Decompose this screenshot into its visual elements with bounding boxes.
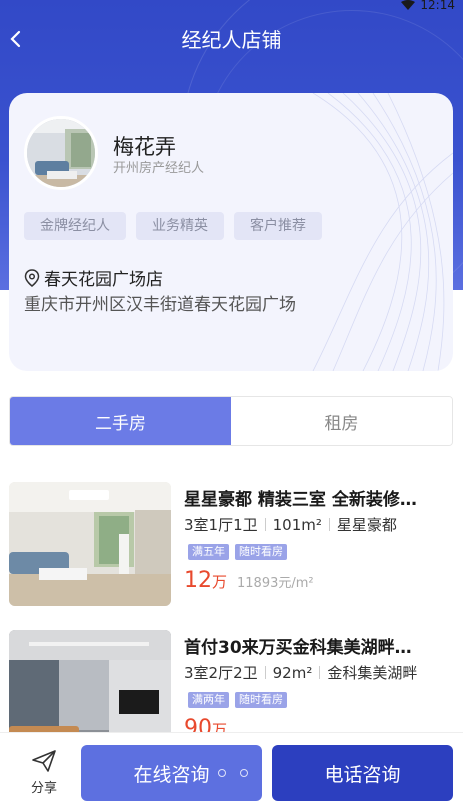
listing-layout: 3室2厅2卫 (184, 664, 258, 682)
listing-photo (9, 482, 171, 606)
status-time: 12:14 (420, 0, 455, 12)
listing-layout: 3室1厅1卫 (184, 516, 258, 534)
listing-specs: 3室2厅2卫 92m² 金科集美湖畔 (184, 662, 417, 683)
listing-badges: 满两年 随时看房 (188, 692, 287, 708)
divider (264, 518, 266, 531)
page-title: 经纪人店铺 (181, 28, 282, 52)
avatar (24, 116, 98, 190)
price-unit: 万 (212, 573, 228, 591)
tag-customer-recommended: 客户推荐 (234, 212, 322, 240)
carousel-dots (218, 769, 248, 777)
agent-tags: 金牌经纪人 业务精英 客户推荐 (24, 212, 322, 240)
tag-business-elite: 业务精英 (136, 212, 224, 240)
carousel-dot (240, 769, 248, 777)
store-address: 重庆市开州区汉丰街道春天花园广场 (24, 295, 296, 315)
listing-title: 星星豪都 精装三室 全新装修… (184, 490, 417, 510)
badge: 随时看房 (235, 692, 287, 708)
listing-area: 101m² (272, 515, 322, 534)
status-bar: 12:14 (0, 0, 463, 14)
listing-specs: 3室1厅1卫 101m² 星星豪都 (184, 514, 397, 535)
tab-second-hand[interactable]: 二手房 (10, 397, 231, 445)
badge: 满五年 (188, 544, 229, 560)
avatar-photo (27, 119, 95, 187)
badge: 随时看房 (235, 544, 287, 560)
listing-card[interactable]: 星星豪都 精装三室 全新装修… 3室1厅1卫 101m² 星星豪都 满五年 随时… (9, 482, 453, 606)
share-icon (32, 750, 56, 772)
carousel-dot (218, 769, 226, 777)
listing-community: 金科集美湖畔 (327, 664, 418, 682)
agent-card: 梅花弄 开州房产经纪人 金牌经纪人 业务精英 客户推荐 春天花园广场店 重庆市开… (9, 93, 453, 371)
unit-price: 11893元/m² (237, 576, 314, 591)
store-row: 春天花园广场店 (24, 265, 163, 290)
bottom-action-bar: 分享 在线咨询 电话咨询 (0, 732, 463, 809)
listing-community: 星星豪都 (336, 516, 397, 534)
tag-gold-agent: 金牌经纪人 (24, 212, 126, 240)
agent-title: 开州房产经纪人 (113, 161, 205, 176)
listing-tabs: 二手房 租房 (9, 396, 453, 446)
divider (328, 518, 330, 531)
tab-rental[interactable]: 租房 (231, 397, 452, 445)
divider (319, 666, 321, 679)
listing-price: 12万 11893元/m² (184, 568, 314, 593)
store-name: 春天花园广场店 (44, 270, 163, 290)
location-pin-icon (24, 268, 40, 287)
divider (264, 666, 266, 679)
phone-consult-button[interactable]: 电话咨询 (272, 745, 453, 801)
listing-title: 首付30来万买金科集美湖畔… (184, 638, 412, 658)
share-button[interactable]: 分享 (22, 749, 66, 805)
share-label: 分享 (30, 781, 57, 796)
listing-area: 92m² (272, 663, 313, 682)
listing-badges: 满五年 随时看房 (188, 544, 287, 560)
price-value: 12 (184, 568, 212, 593)
listing-photo-image (9, 482, 171, 606)
badge: 满两年 (188, 692, 229, 708)
wifi-icon (401, 0, 415, 10)
